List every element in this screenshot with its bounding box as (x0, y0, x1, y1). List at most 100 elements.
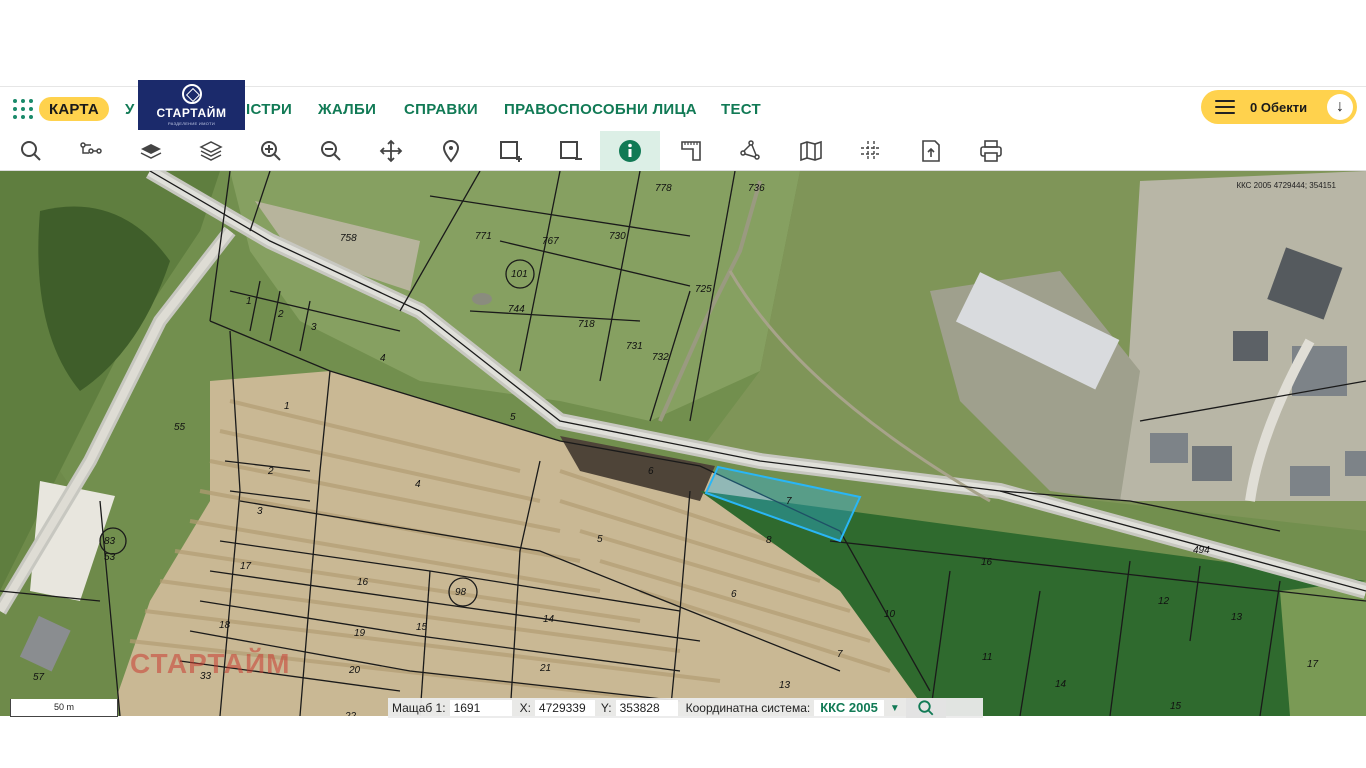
search-icon (21, 141, 41, 161)
scale-input[interactable]: 1691 (449, 700, 512, 716)
zoom-out-tool[interactable] (301, 131, 361, 171)
svg-text:6: 6 (648, 466, 654, 477)
x-label: X: (519, 701, 531, 715)
svg-text:767: 767 (542, 236, 559, 247)
startaim-logo: СТАРТАЙМ РАЗДЕЛЕНИЕ ИМОТИ (138, 80, 245, 130)
svg-text:10: 10 (884, 609, 896, 620)
route-icon (80, 142, 102, 154)
nav-item-karta[interactable]: КАРТА (39, 97, 109, 121)
crs-label: Координатна система: (685, 701, 811, 715)
svg-text:5: 5 (597, 534, 603, 545)
zoom-in-icon (261, 141, 281, 161)
svg-text:494: 494 (1193, 545, 1210, 556)
svg-text:730: 730 (609, 231, 626, 242)
svg-text:12: 12 (1158, 596, 1170, 607)
svg-text:778: 778 (655, 183, 672, 194)
svg-text:17: 17 (240, 561, 252, 572)
svg-text:8: 8 (766, 535, 772, 546)
svg-text:7: 7 (837, 649, 843, 660)
svg-text:19: 19 (354, 628, 366, 639)
map-tool[interactable] (781, 131, 841, 171)
svg-text:11: 11 (982, 652, 992, 663)
svg-text:20: 20 (348, 665, 361, 676)
nav-item-registri[interactable]: ІСТРИ (246, 101, 292, 118)
svg-text:53: 53 (104, 552, 116, 563)
intersection-icon (861, 141, 881, 161)
svg-text:13: 13 (1231, 612, 1243, 623)
layers-tool[interactable] (181, 131, 241, 171)
layer-icon (140, 144, 162, 159)
print-tool[interactable] (961, 131, 1021, 171)
zoom-in-tool[interactable] (241, 131, 301, 171)
logo-subtitle: РАЗДЕЛЕНИЕ ИМОТИ (167, 121, 216, 126)
svg-text:732: 732 (652, 352, 669, 363)
nav-item-spravki[interactable]: СПРАВКИ (404, 101, 478, 118)
crs-field: Координатна система: ККС 2005 ▼ (682, 698, 906, 718)
status-search-button[interactable] (905, 698, 946, 718)
route-tool[interactable] (61, 131, 121, 171)
layer-tool[interactable] (121, 131, 181, 171)
pan-icon (379, 139, 403, 163)
svg-text:4: 4 (415, 479, 421, 490)
nav-item-pravosposobni[interactable]: ПРАВОСПОСОБНИ ЛИЦА (504, 101, 697, 118)
apps-grid-icon[interactable] (12, 98, 34, 120)
svg-text:731: 731 (626, 341, 643, 352)
nav-item-zhalbi[interactable]: ЖАЛБИ (318, 101, 376, 118)
search-tool[interactable] (1, 131, 61, 171)
svg-text:14: 14 (543, 614, 555, 625)
svg-text:57: 57 (33, 672, 45, 683)
objects-count-label: 0 Обекти (1250, 99, 1308, 115)
page: КАРТА У ІСТРИ ЖАЛБИ СПРАВКИ ПРАВОСПОСОБН… (0, 0, 1366, 768)
nav-item-test[interactable]: ТЕСТ (721, 101, 761, 118)
svg-text:13: 13 (779, 680, 791, 691)
info-tool[interactable] (600, 131, 660, 171)
crs-select[interactable]: ККС 2005 (814, 700, 884, 716)
map-imagery: 778 736 771 767 730 758101 744718725 731732… (0, 171, 1366, 716)
top-band (0, 0, 1366, 87)
svg-text:17: 17 (1307, 659, 1319, 670)
select-remove-icon (560, 141, 582, 160)
select-remove-tool[interactable] (541, 131, 601, 171)
svg-text:14: 14 (1055, 679, 1067, 690)
map-canvas[interactable]: 778 736 771 767 730 758 101 744 718 725 731 732… (0, 171, 1366, 716)
arrow-down-icon[interactable]: ↓ (1327, 94, 1353, 120)
svg-text:1: 1 (284, 401, 290, 412)
svg-text:1: 1 (246, 296, 252, 307)
x-field: X: 4729339 (516, 698, 595, 718)
polygon-tool[interactable] (721, 131, 781, 171)
svg-text:758: 758 (340, 233, 357, 244)
map-icon (800, 140, 822, 162)
svg-text:83: 83 (104, 536, 116, 547)
y-coordinate-value: 353828 (615, 700, 678, 716)
map-toolbar (0, 131, 1366, 171)
svg-text:718: 718 (578, 319, 595, 330)
svg-text:98: 98 (455, 587, 467, 598)
watermark: СТАРТАЙМ (130, 648, 291, 679)
svg-text:744: 744 (508, 304, 525, 315)
export-icon (922, 140, 940, 162)
svg-text:725: 725 (695, 284, 712, 295)
export-tool[interactable] (901, 131, 961, 171)
caret-down-icon[interactable]: ▼ (884, 703, 906, 714)
location-tool[interactable] (421, 131, 481, 171)
svg-text:55: 55 (174, 422, 186, 433)
nav-item-u[interactable]: У (125, 101, 135, 118)
measure-tool[interactable] (661, 131, 721, 171)
objects-button[interactable]: 0 Обекти ↓ (1201, 90, 1357, 124)
logo-emblem-icon (181, 84, 202, 104)
x-coordinate-value: 4729339 (534, 700, 595, 716)
svg-text:18: 18 (219, 620, 231, 631)
svg-text:736: 736 (748, 183, 765, 194)
svg-text:4: 4 (380, 353, 386, 364)
svg-text:3: 3 (257, 506, 263, 517)
intersection-tool[interactable] (841, 131, 901, 171)
svg-text:16: 16 (357, 577, 369, 588)
measure-icon (681, 141, 701, 161)
polygon-icon (740, 140, 760, 160)
pan-tool[interactable] (361, 131, 421, 171)
svg-text:21: 21 (539, 663, 551, 674)
svg-text:3: 3 (311, 322, 317, 333)
select-add-tool[interactable] (481, 131, 541, 171)
layers-icon (199, 141, 223, 161)
svg-text:15: 15 (1170, 701, 1182, 712)
